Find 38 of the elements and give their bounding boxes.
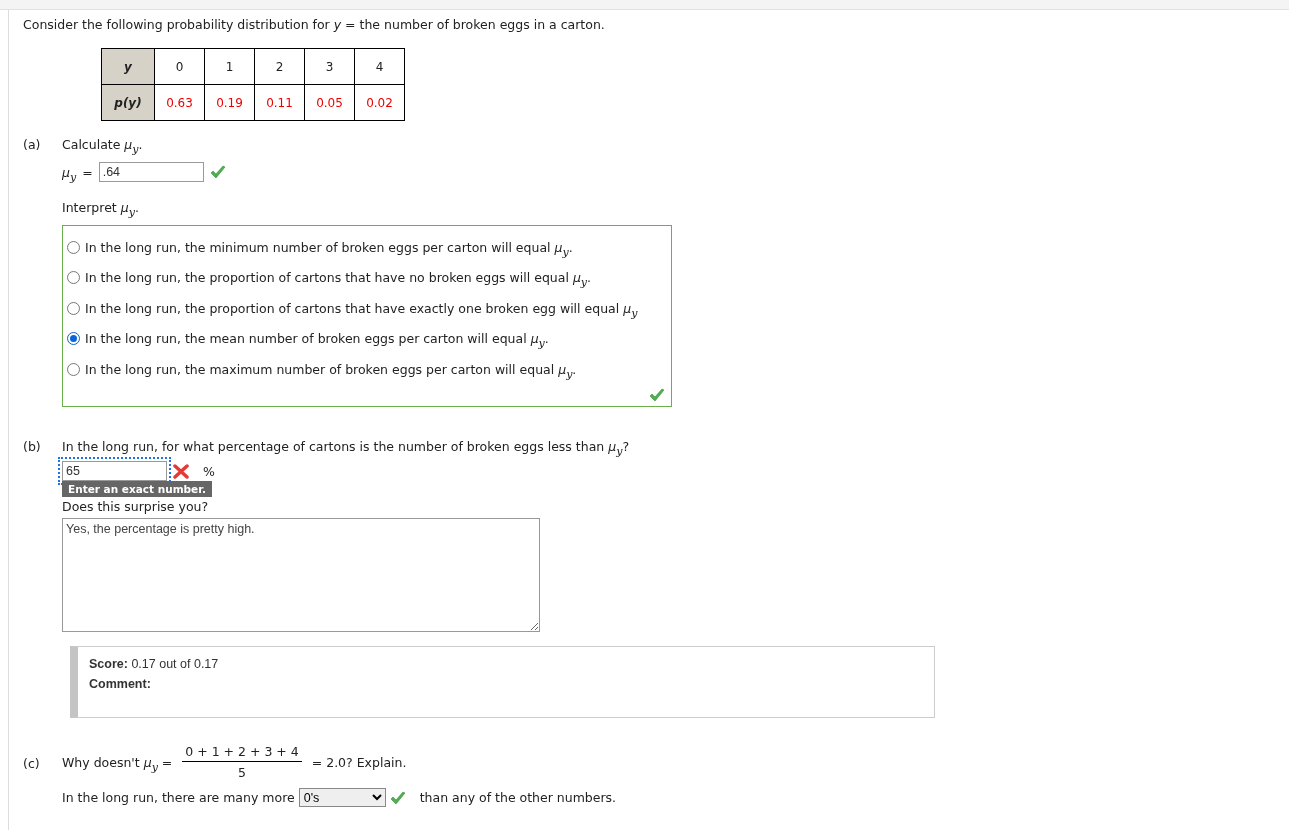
answer-dropdown[interactable]: 0's <box>298 788 386 807</box>
fraction-denominator: 5 <box>238 764 246 780</box>
radio-button[interactable] <box>67 240 80 254</box>
table-cell: 1 <box>204 48 255 85</box>
part-label: (b) <box>23 439 42 456</box>
prompt-text: Does this surprise you? <box>62 499 210 514</box>
table-cell: 0.19 <box>204 84 255 121</box>
tooltip: Enter an exact number. <box>62 481 212 497</box>
sentence-text: In the long run, there are many more <box>62 790 295 805</box>
fraction-numerator: 0 + 1 + 2 + 3 + 4 <box>182 744 302 762</box>
unit-label: % <box>203 463 215 479</box>
comment-label: Comment: <box>89 677 152 691</box>
table-cell: 0.02 <box>354 84 405 121</box>
score-text: Score: 0.17 out of 0.17 <box>89 657 220 671</box>
radio-button[interactable] <box>67 332 80 346</box>
response-field[interactable]: Yes, the percentage is pretty high. <box>62 518 540 632</box>
part-label: (c) <box>23 755 41 773</box>
table-cell: 0.11 <box>254 84 305 121</box>
table-cell: 2 <box>254 48 305 85</box>
table-header: y <box>101 48 155 85</box>
answer-field[interactable]: .64 <box>98 162 204 182</box>
table-header: p(y) <box>101 84 155 121</box>
table-cell: 3 <box>304 48 355 85</box>
table-cell: 0.05 <box>304 84 355 121</box>
equals-sign: = <box>82 164 93 180</box>
part-label: (a) <box>23 137 42 154</box>
table-cell: 0 <box>154 48 205 85</box>
answer-field[interactable]: 65 <box>62 461 167 481</box>
radio-button[interactable] <box>67 271 80 285</box>
question-text: = 2.0? Explain. <box>311 754 407 770</box>
question-text: Consider the following probability distribution for y = the number of broken eggs in a carton. <box>23 17 606 32</box>
option-label[interactable]: In the long run, the mean number of broken eggs per carton will equal μ$_{y}$. <box>85 331 549 347</box>
sentence-text: than any of the other numbers. <box>419 790 617 805</box>
table-cell: 4 <box>354 48 405 85</box>
radio-button[interactable] <box>67 362 80 376</box>
radio-button[interactable] <box>67 301 80 315</box>
table-cell: 0.63 <box>154 84 205 121</box>
option-label[interactable]: In the long run, the proportion of cartons that have no broken eggs will equal μ$_{y}$. <box>85 270 592 286</box>
